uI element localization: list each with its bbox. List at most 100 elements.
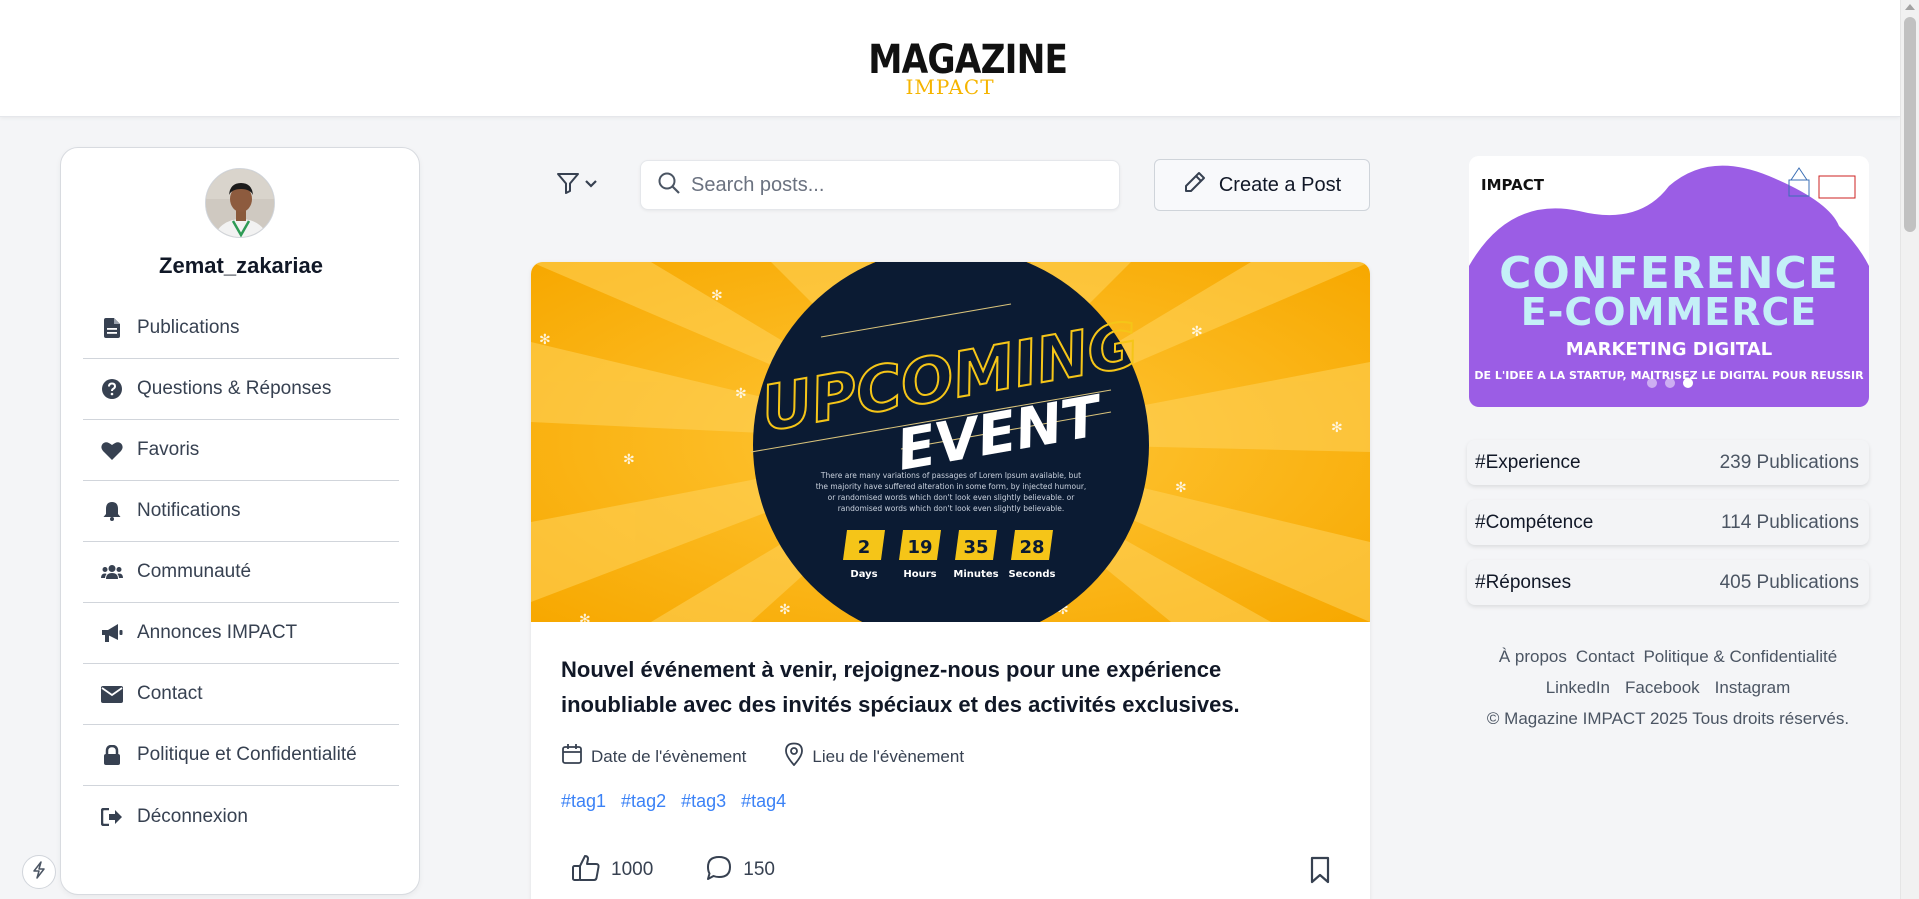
svg-text:✻: ✻ bbox=[1191, 324, 1203, 340]
file-icon bbox=[101, 317, 123, 339]
carousel-dot-active[interactable] bbox=[1683, 378, 1693, 388]
profile-sidebar: Zemat_zakariae Publications Questions & … bbox=[60, 147, 420, 895]
sidebar-item-label: Politique et Confidentialité bbox=[137, 744, 357, 765]
trending-tag-item[interactable]: #Réponses 405 Publications bbox=[1467, 560, 1869, 605]
countdown-hours-value: 19 bbox=[907, 537, 932, 558]
sidebar-item-questions[interactable]: Questions & Réponses bbox=[83, 359, 399, 420]
users-icon bbox=[101, 561, 123, 583]
event-location-label: Lieu de l'évènement bbox=[812, 746, 965, 766]
sidebar-item-label: Communauté bbox=[137, 561, 252, 582]
trending-tag-count: 405 Publications bbox=[1719, 571, 1859, 593]
post-title[interactable]: Nouvel événement à venir, rejoignez-nous… bbox=[561, 652, 1301, 722]
like-count: 1000 bbox=[611, 859, 654, 880]
banner-brand: IMPACT bbox=[1481, 176, 1544, 194]
trending-tag-name: #Réponses bbox=[1475, 571, 1572, 593]
sidebar-item-publications[interactable]: Publications bbox=[83, 298, 399, 359]
chevron-down-icon bbox=[584, 176, 598, 194]
footer-link-politique[interactable]: Politique & Confidentialité bbox=[1643, 647, 1837, 667]
tag-link[interactable]: #tag2 bbox=[621, 791, 666, 812]
bookmark-icon bbox=[1309, 856, 1331, 888]
sidebar-menu: Publications Questions & Réponses Favori… bbox=[83, 298, 399, 847]
tag-link[interactable]: #tag1 bbox=[561, 791, 606, 812]
question-circle-icon bbox=[101, 378, 123, 400]
quick-action-button[interactable] bbox=[22, 855, 56, 889]
calendar-icon bbox=[561, 743, 583, 770]
event-poster-image[interactable]: ✻✻✻ ✻✻✻ ✻✻ ✻ ✻ UPCOMING EVENT There are m… bbox=[531, 262, 1370, 622]
sidebar-item-notifications[interactable]: Notifications bbox=[83, 481, 399, 542]
countdown-days-value: 2 bbox=[858, 537, 871, 558]
top-header: MAGAZINE IMPACT bbox=[0, 0, 1900, 117]
avatar-photo bbox=[206, 169, 274, 237]
sidebar-item-label: Favoris bbox=[137, 439, 200, 460]
lightning-icon bbox=[32, 860, 46, 884]
map-pin-icon bbox=[784, 742, 804, 771]
footer-link-facebook[interactable]: Facebook bbox=[1625, 678, 1700, 698]
sidebar-item-communaute[interactable]: Communauté bbox=[83, 542, 399, 603]
pencil-icon bbox=[1183, 170, 1207, 200]
trending-tag-name: #Compétence bbox=[1475, 511, 1594, 533]
sidebar-item-favoris[interactable]: Favoris bbox=[83, 420, 399, 481]
like-button[interactable]: 1000 bbox=[571, 853, 653, 888]
trending-tag-item[interactable]: #Compétence 114 Publications bbox=[1467, 500, 1869, 545]
sidebar-item-contact[interactable]: Contact bbox=[83, 664, 399, 725]
lock-icon bbox=[101, 744, 123, 766]
event-body-line: or randomised words which don't look eve… bbox=[828, 493, 1076, 502]
search-icon bbox=[657, 171, 681, 200]
magazine-impact-logo[interactable]: MAGAZINE IMPACT bbox=[855, 23, 1068, 99]
comment-icon bbox=[705, 854, 733, 887]
scroll-up-arrow-icon[interactable] bbox=[1905, 4, 1915, 10]
megaphone-icon bbox=[101, 622, 123, 644]
banner-subtitle: MARKETING DIGITAL bbox=[1565, 339, 1773, 360]
footer-link-instagram[interactable]: Instagram bbox=[1715, 678, 1791, 698]
footer-link-contact[interactable]: Contact bbox=[1576, 647, 1635, 667]
trending-tag-item[interactable]: #Experience 239 Publications bbox=[1467, 440, 1869, 485]
footer-link-linkedin[interactable]: LinkedIn bbox=[1546, 678, 1610, 698]
bookmark-button[interactable] bbox=[1309, 856, 1331, 889]
trending-tag-count: 114 Publications bbox=[1720, 511, 1859, 533]
sidebar-item-label: Questions & Réponses bbox=[137, 378, 332, 399]
comment-button[interactable]: 150 bbox=[705, 854, 775, 887]
filter-dropdown-button[interactable] bbox=[556, 168, 608, 202]
carousel-dot[interactable] bbox=[1665, 378, 1675, 388]
sidebar-item-deconnexion[interactable]: Déconnexion bbox=[83, 786, 399, 847]
right-footer: À propos Contact Politique & Confidentia… bbox=[1467, 647, 1869, 729]
svg-text:✻: ✻ bbox=[1331, 420, 1343, 436]
sidebar-item-politique[interactable]: Politique et Confidentialité bbox=[83, 725, 399, 786]
countdown-minutes-value: 35 bbox=[963, 537, 988, 558]
svg-text:✻: ✻ bbox=[711, 288, 723, 304]
sidebar-item-label: Publications bbox=[137, 317, 240, 338]
copyright-text: © Magazine IMPACT 2025 Tous droits réser… bbox=[1486, 709, 1850, 728]
post-tags: #tag1 #tag2 #tag3 #tag4 bbox=[561, 791, 786, 812]
profile-username[interactable]: Zemat_zakariae bbox=[61, 253, 421, 279]
tag-link[interactable]: #tag3 bbox=[681, 791, 726, 812]
event-date-label: Date de l'évènement bbox=[591, 746, 747, 766]
event-body-line: randomised words which don't look even s… bbox=[838, 504, 1065, 513]
banner-title-2: E-COMMERCE bbox=[1520, 290, 1818, 334]
create-post-button[interactable]: Create a Post bbox=[1154, 159, 1370, 211]
carousel-indicators bbox=[1647, 378, 1693, 388]
trending-tag-count: 239 Publications bbox=[1719, 451, 1859, 473]
footer-links-row: À propos Contact Politique & Confidentia… bbox=[1467, 647, 1869, 667]
sign-out-icon bbox=[101, 806, 123, 828]
create-post-label: Create a Post bbox=[1218, 173, 1342, 196]
thumbs-up-icon bbox=[571, 853, 601, 888]
page-scrollbar[interactable] bbox=[1900, 0, 1919, 899]
svg-text:✻: ✻ bbox=[539, 332, 551, 348]
footer-link-apropos[interactable]: À propos bbox=[1499, 647, 1567, 667]
svg-text:✻: ✻ bbox=[779, 602, 791, 618]
scroll-thumb[interactable] bbox=[1904, 17, 1916, 232]
search-input[interactable] bbox=[691, 173, 1091, 197]
tag-link[interactable]: #tag4 bbox=[741, 791, 786, 812]
trending-tag-name: #Experience bbox=[1475, 451, 1581, 473]
conference-banner-carousel[interactable]: IMPACT CONFERENCE E-COMMERCE MARKETING D… bbox=[1469, 156, 1869, 407]
post-card: ✻ ✻ ✻ ✻ ✻ ✻ ✻ ✻ ✻ ✻ UPCOMING EVENT There are m… bbox=[531, 262, 1370, 899]
countdown-hours-label: Hours bbox=[903, 569, 936, 580]
envelope-icon bbox=[101, 683, 123, 705]
event-body-line: There are many variations of passages of… bbox=[820, 471, 1081, 480]
avatar[interactable] bbox=[205, 168, 275, 238]
svg-text:✻: ✻ bbox=[1175, 480, 1187, 496]
search-box[interactable] bbox=[640, 160, 1120, 210]
footer-social-row: LinkedIn Facebook Instagram bbox=[1467, 678, 1869, 698]
sidebar-item-annonces[interactable]: Annonces IMPACT bbox=[83, 603, 399, 664]
carousel-dot[interactable] bbox=[1647, 378, 1657, 388]
